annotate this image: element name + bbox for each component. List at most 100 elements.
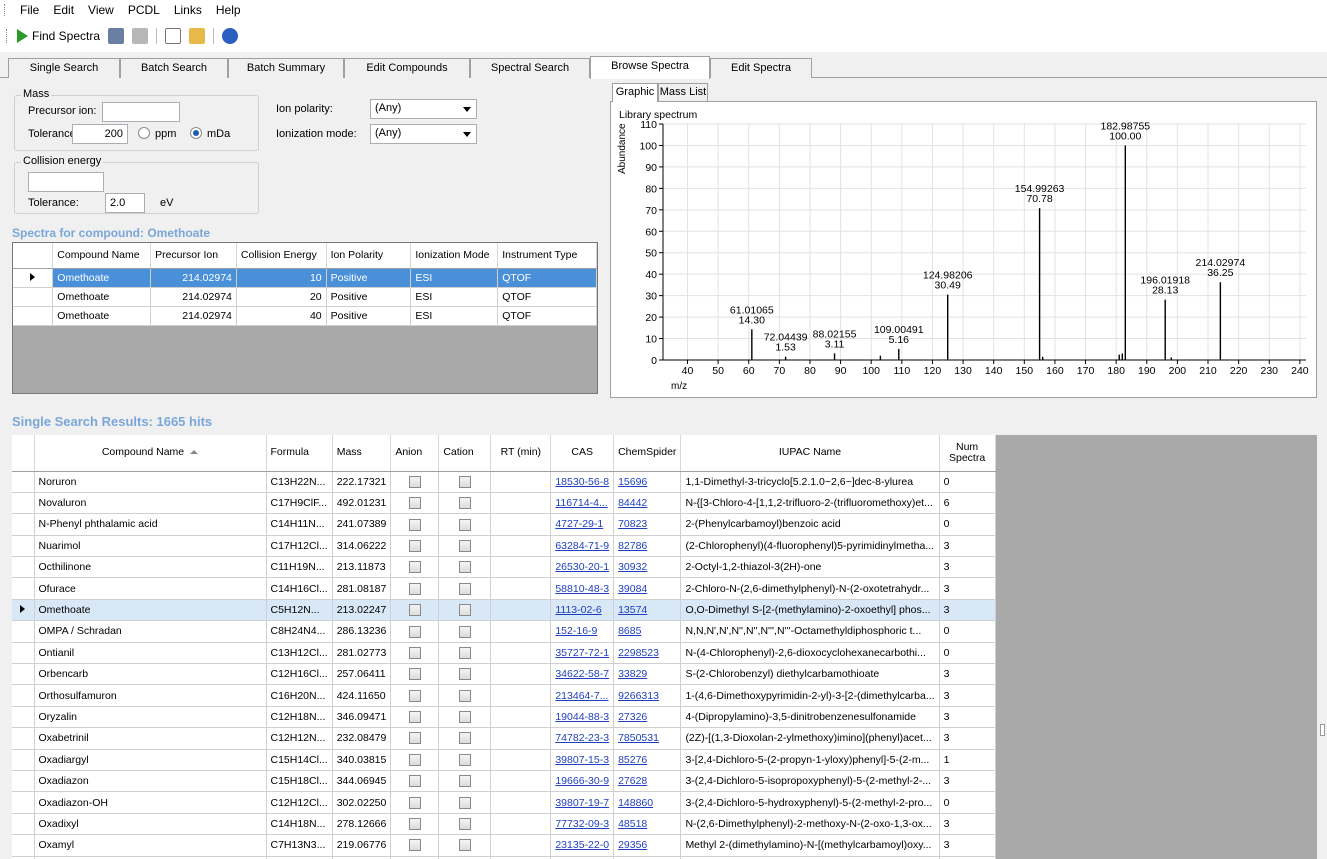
tab-spectral-search[interactable]: Spectral Search [470, 58, 590, 78]
row-header[interactable] [12, 556, 35, 579]
cation-checkbox[interactable] [458, 582, 471, 595]
collision-energy-input[interactable] [28, 172, 104, 192]
menu-help[interactable]: Help [209, 3, 248, 17]
menu-view[interactable]: View [81, 3, 121, 17]
cas-link[interactable]: 23135-22-0 [555, 839, 609, 851]
cas-link[interactable]: 19666-30-9 [555, 775, 609, 787]
col-header-anion[interactable]: Anion [390, 435, 440, 472]
col-header-cation[interactable]: Cation [438, 435, 492, 472]
cation-checkbox[interactable] [458, 753, 471, 766]
row-header[interactable] [12, 492, 35, 515]
row-header[interactable] [13, 268, 54, 288]
tab-edit-compounds[interactable]: Edit Compounds [344, 58, 470, 78]
col-header-formula[interactable]: Formula [266, 435, 333, 472]
new-icon[interactable] [165, 28, 182, 44]
results-row[interactable]: N-Phenyl phthalamic acid C14H11N... 241.07… [12, 513, 996, 536]
cation-checkbox[interactable] [458, 561, 471, 574]
spectra-row[interactable]: Omethoate 214.02974 40 Positive ESI QTOF [13, 306, 597, 326]
row-header[interactable] [12, 749, 35, 771]
chemspider-link[interactable]: 29356 [618, 839, 647, 851]
chemspider-link[interactable]: 82786 [618, 540, 647, 552]
cation-checkbox[interactable] [458, 689, 471, 702]
mda-radio[interactable] [190, 127, 202, 139]
col-header-mass[interactable]: Mass [332, 435, 392, 472]
row-header[interactable] [12, 577, 35, 600]
anion-checkbox[interactable] [408, 518, 421, 531]
cation-checkbox[interactable] [458, 518, 471, 531]
row-header[interactable] [12, 535, 35, 558]
anion-checkbox[interactable] [408, 561, 421, 574]
cation-checkbox[interactable] [458, 818, 471, 831]
chemspider-link[interactable]: 2298523 [618, 647, 659, 659]
cation-checkbox[interactable] [458, 711, 471, 724]
row-header[interactable] [12, 471, 35, 493]
results-row[interactable]: Ontianil C13H12Cl... 281.02773 35727-72-1 22… [12, 642, 996, 665]
chemspider-link[interactable]: 39084 [618, 583, 647, 595]
cas-link[interactable]: 1113-02-6 [555, 604, 601, 616]
cation-checkbox[interactable] [458, 646, 471, 659]
ionization-mode-select[interactable]: (Any) [370, 124, 477, 144]
col-header-rt[interactable]: RT (min) [490, 435, 552, 472]
cas-link[interactable]: 18530-56-8 [555, 476, 609, 488]
open-folder-icon[interactable] [189, 28, 206, 44]
anion-checkbox[interactable] [408, 689, 421, 702]
row-header[interactable] [12, 599, 35, 622]
col-header-cas[interactable]: CAS [550, 435, 615, 472]
menu-links[interactable]: Links [167, 3, 209, 17]
tab-batch-search[interactable]: Batch Search [120, 58, 228, 78]
cation-checkbox[interactable] [458, 497, 471, 510]
chemspider-link[interactable]: 70823 [618, 518, 647, 530]
col-header-instrument-type[interactable]: Instrument Type [497, 243, 597, 269]
row-header[interactable] [12, 770, 35, 793]
tab-batch-summary[interactable]: Batch Summary [228, 58, 344, 78]
anion-checkbox[interactable] [408, 732, 421, 745]
cas-link[interactable]: 213464-7... [555, 690, 608, 702]
scrollbar-thumb[interactable] [1320, 724, 1325, 736]
help-icon[interactable] [222, 28, 239, 44]
anion-checkbox[interactable] [408, 711, 421, 724]
results-row[interactable]: Novaluron C17H9ClF... 492.01231 116714-4...… [12, 492, 996, 515]
tab-browse-spectra[interactable]: Browse Spectra [590, 56, 710, 79]
col-header-chemspider[interactable]: ChemSpider [613, 435, 682, 472]
anion-checkbox[interactable] [408, 475, 421, 488]
row-header[interactable] [13, 306, 54, 326]
cas-link[interactable]: 58810-48-3 [555, 583, 609, 595]
menu-pcdl[interactable]: PCDL [121, 3, 167, 17]
chemspider-link[interactable]: 85276 [618, 754, 647, 766]
row-header[interactable] [13, 287, 54, 307]
row-header[interactable] [12, 706, 35, 729]
col-header-iupac-name[interactable]: IUPAC Name [680, 435, 940, 472]
cas-link[interactable]: 74782-23-3 [555, 732, 609, 744]
chemspider-link[interactable]: 27326 [618, 711, 647, 723]
chemspider-link[interactable]: 33829 [618, 668, 647, 680]
col-header-compound-name[interactable]: Compound Name [52, 243, 152, 269]
results-row[interactable]: Oxamyl C7H13N3... 219.06776 23135-22-0 29356… [12, 834, 996, 857]
save-icon[interactable] [132, 28, 149, 44]
results-row[interactable]: Octhilinone C11H19N... 213.11873 26530-20-1… [12, 556, 996, 579]
cas-link[interactable]: 4727-29-1 [555, 518, 603, 530]
chemspider-link[interactable]: 13574 [618, 604, 647, 616]
chemspider-link[interactable]: 8685 [618, 625, 641, 637]
row-header[interactable] [12, 834, 35, 857]
col-header-compound-name[interactable]: Compound Name [34, 435, 267, 472]
cation-checkbox[interactable] [458, 604, 471, 617]
anion-checkbox[interactable] [408, 604, 421, 617]
results-row[interactable]: Oxadiazon C15H18Cl... 344.06945 19666-30-9 2… [12, 770, 996, 793]
menu-edit[interactable]: Edit [46, 3, 81, 17]
chemspider-link[interactable]: 7850531 [618, 732, 659, 744]
row-header[interactable] [12, 663, 35, 686]
results-row[interactable]: Orthosulfamuron C16H20N... 424.11650 213464… [12, 684, 996, 707]
cas-link[interactable]: 35727-72-1 [555, 647, 609, 659]
anion-checkbox[interactable] [408, 753, 421, 766]
row-header[interactable] [12, 727, 35, 750]
anion-checkbox[interactable] [408, 539, 421, 552]
anion-checkbox[interactable] [408, 646, 421, 659]
col-header-num-spectra[interactable]: Num Spectra [939, 435, 996, 472]
cation-checkbox[interactable] [458, 775, 471, 788]
results-row[interactable]: Noruron C13H22N... 222.17321 18530-56-8 1569… [12, 471, 996, 493]
row-header[interactable] [12, 813, 35, 836]
mass-tolerance-input[interactable] [72, 124, 128, 144]
cas-link[interactable]: 26530-20-1 [555, 561, 609, 573]
results-row[interactable]: Ofurace C14H16Cl... 281.08187 58810-48-3 390… [12, 577, 996, 600]
anion-checkbox[interactable] [408, 668, 421, 681]
